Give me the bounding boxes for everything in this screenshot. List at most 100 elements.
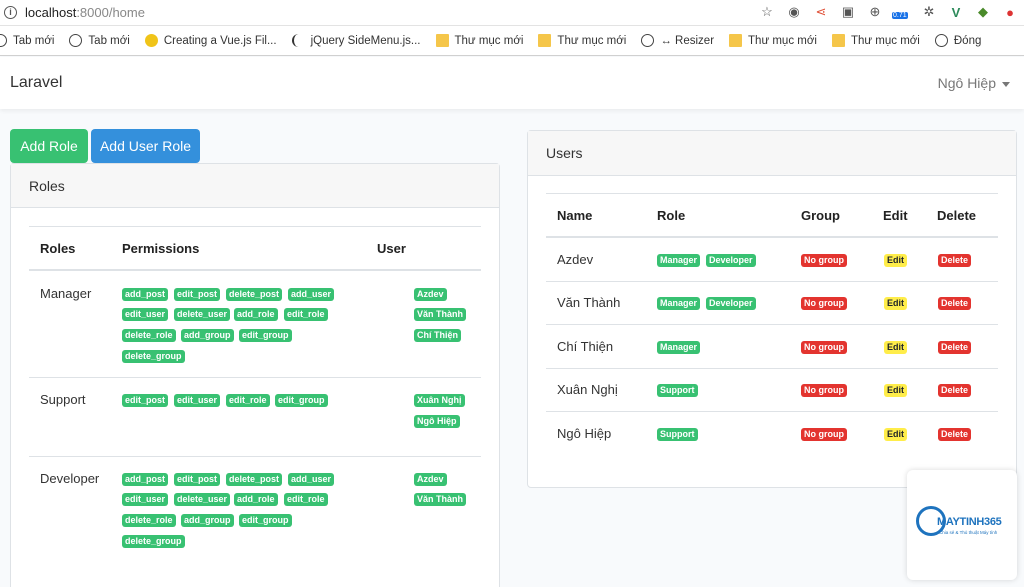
folder-icon [435, 34, 449, 47]
permission-badge: edit_group [275, 394, 328, 407]
bookmark-item[interactable]: Thư mục mới [435, 34, 523, 47]
role-badge: Support [657, 384, 698, 397]
bookmark-item[interactable]: ↔ Resizer [641, 34, 714, 47]
add-user-role-button[interactable]: Add User Role [91, 129, 200, 163]
permission-badge: edit_post [122, 394, 169, 407]
add-role-button[interactable]: Add Role [10, 129, 88, 163]
permission-badge: edit_user [122, 493, 169, 506]
permission-badge: add_role [234, 493, 278, 506]
delete-button[interactable]: Delete [938, 428, 972, 441]
bookmark-item[interactable]: jQuery SideMenu.js... [291, 34, 421, 47]
permission-badge: delete_role [122, 514, 176, 527]
permission-badge: edit_group [239, 329, 292, 342]
group-badge: No group [801, 254, 847, 267]
speed-icon[interactable]: 0.71 [892, 4, 910, 20]
permission-badge: add_role [234, 308, 278, 321]
permission-badge: add_post [122, 473, 169, 486]
extension-toolbar: ☆ ◉ ⋖ ▣ ⊕ 0.71 ✲ V ◆ ● [759, 4, 1018, 20]
permission-badge: add_user [288, 288, 335, 301]
roles-card: Roles Roles Permissions User Manager add… [10, 163, 500, 587]
globe-icon[interactable]: ⊕ [867, 4, 883, 20]
bookmarks-bar: Tab mới Tab mới Creating a Vue.js Fil...… [0, 26, 1024, 56]
vue-icon [144, 34, 158, 47]
user-name: Azdev [557, 252, 594, 267]
role-name: Manager [40, 286, 92, 301]
address-bar[interactable]: i localhost:8000/home ☆ ◉ ⋖ ▣ ⊕ 0.71 ✲ V… [0, 0, 1024, 26]
window-icon[interactable]: ▣ [840, 4, 856, 20]
role-name: Support [40, 392, 86, 407]
role-badge: Support [657, 428, 698, 441]
bookmark-item[interactable]: Thư mục mới [831, 34, 920, 47]
permission-badge: add_user [288, 473, 335, 486]
group-badge: No group [801, 384, 847, 397]
group-badge: No group [801, 428, 847, 441]
globe-icon [934, 34, 948, 47]
bug-icon[interactable]: ✲ [921, 4, 937, 20]
permission-badge: edit_post [174, 473, 221, 486]
role-badge: Manager [657, 341, 701, 354]
extension-icon[interactable]: ◉ [786, 4, 802, 20]
group-badge: No group [801, 341, 847, 354]
permission-badge: delete_post [226, 473, 283, 486]
user-dropdown[interactable]: Ngô Hiệp [938, 75, 1010, 91]
globe-icon [641, 34, 655, 47]
permission-badge: edit_user [122, 308, 169, 321]
extension-badge: 0.71 [892, 12, 908, 19]
user-badge: Azdev [414, 473, 447, 486]
bookmark-item[interactable]: Tab mới [0, 34, 54, 47]
column-header-group: Group [801, 208, 840, 223]
share-icon[interactable]: ⋖ [813, 4, 829, 20]
edit-button[interactable]: Edit [884, 341, 907, 354]
edit-button[interactable]: Edit [884, 297, 907, 310]
bookmark-item[interactable]: Thư mục mới [538, 34, 626, 47]
edit-button[interactable]: Edit [884, 384, 907, 397]
delete-button[interactable]: Delete [938, 341, 972, 354]
user-badge: Xuân Nghị [414, 394, 465, 407]
permission-badge: edit_post [174, 288, 221, 301]
folder-icon [538, 34, 552, 47]
watermark-logo: MAYTINH365 Chia sẻ & Thủ thuật Máy tính [907, 470, 1017, 580]
chrome-icon[interactable]: ● [1002, 4, 1018, 20]
user-badge: Chí Thiện [414, 329, 461, 342]
permission-badge: edit_role [284, 308, 328, 321]
vue-devtools-icon[interactable]: V [948, 4, 964, 20]
column-header-edit: Edit [883, 208, 908, 223]
bookmark-item[interactable]: Thư mục mới [729, 34, 817, 47]
role-badge: Manager [657, 254, 701, 267]
column-header-user: User [377, 241, 406, 256]
column-header-permissions: Permissions [122, 241, 200, 256]
bookmark-item[interactable]: Đóng [934, 34, 981, 47]
navbar-brand[interactable]: Laravel [10, 74, 62, 92]
users-card-header: Users [528, 131, 1016, 176]
permission-badge: add_group [181, 514, 234, 527]
star-icon[interactable]: ☆ [759, 4, 775, 20]
role-badge: Manager [657, 297, 701, 310]
permission-badge: add_post [122, 288, 169, 301]
info-icon[interactable]: i [4, 6, 17, 19]
color-picker-icon[interactable]: ◆ [975, 4, 991, 20]
bookmark-item[interactable]: Creating a Vue.js Fil... [144, 34, 277, 47]
group-badge: No group [801, 297, 847, 310]
edit-button[interactable]: Edit [884, 254, 907, 267]
permission-badge: delete_group [122, 350, 185, 363]
url-text[interactable]: localhost:8000/home [25, 5, 145, 20]
column-header-role: Role [657, 208, 686, 223]
globe-icon [69, 34, 83, 47]
delete-button[interactable]: Delete [938, 384, 972, 397]
permission-badge: delete_post [226, 288, 283, 301]
user-badge: Azdev [414, 288, 447, 301]
user-badge: Văn Thành [414, 493, 467, 506]
delete-button[interactable]: Delete [938, 254, 972, 267]
roles-card-header: Roles [11, 164, 499, 208]
jquery-icon [291, 34, 305, 47]
globe-icon [0, 34, 7, 47]
bookmark-item[interactable]: Tab mới [69, 34, 130, 47]
role-name: Developer [40, 471, 100, 486]
user-name: Xuân Nghị [557, 382, 618, 397]
permission-badge: edit_role [226, 394, 270, 407]
delete-button[interactable]: Delete [938, 297, 972, 310]
role-badge: Developer [706, 254, 756, 267]
folder-icon [831, 34, 845, 47]
edit-button[interactable]: Edit [884, 428, 907, 441]
user-badge: Ngô Hiệp [414, 415, 460, 428]
